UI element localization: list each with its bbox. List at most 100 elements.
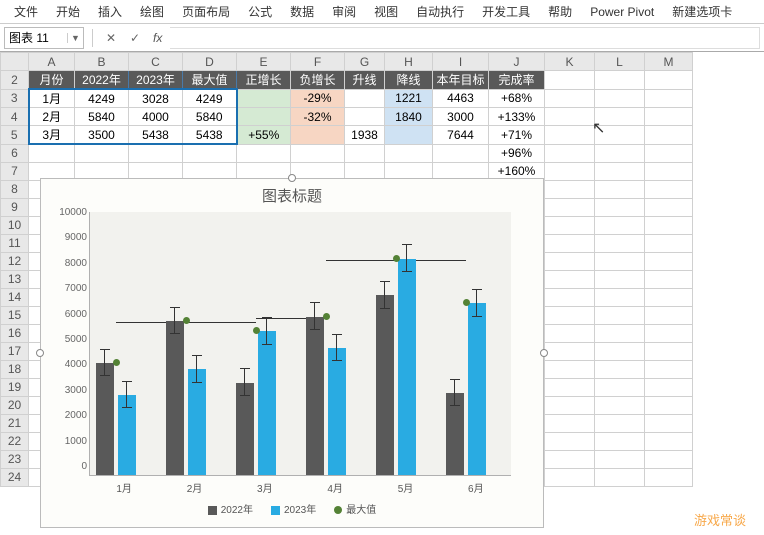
cell[interactable] [595,108,645,126]
menu-item[interactable]: Power Pivot [582,3,662,21]
cell[interactable] [595,414,645,432]
cell[interactable] [645,342,693,360]
row-header[interactable]: 15 [1,306,29,324]
name-box-input[interactable] [5,31,67,45]
target-cell[interactable]: 7644 [433,126,489,145]
cell[interactable] [645,270,693,288]
menu-item[interactable]: 页面布局 [174,1,238,22]
cell[interactable] [645,126,693,145]
pos-growth-cell[interactable] [237,89,291,108]
bar-2022年[interactable] [96,363,114,475]
value-cell[interactable]: 3500 [75,126,129,145]
table-header[interactable]: 正增长 [237,71,291,90]
column-header[interactable]: C [129,53,183,71]
rise-cell[interactable] [345,108,385,126]
cell[interactable] [645,396,693,414]
cell[interactable] [645,89,693,108]
fall-cell[interactable]: 1221 [385,89,433,108]
cell[interactable] [545,288,595,306]
cell[interactable] [645,360,693,378]
cell[interactable] [595,234,645,252]
cell[interactable] [545,252,595,270]
cell[interactable] [545,89,595,108]
cell[interactable] [645,198,693,216]
cell[interactable] [595,306,645,324]
cell[interactable] [645,378,693,396]
cell[interactable] [595,432,645,450]
legend-item[interactable]: 最大值 [334,501,376,516]
value-cell[interactable]: 3028 [129,89,183,108]
column-header[interactable]: D [183,53,237,71]
cell[interactable] [595,378,645,396]
value-cell[interactable]: 5840 [75,108,129,126]
cell[interactable] [545,162,595,180]
row-header[interactable]: 9 [1,198,29,216]
cell[interactable] [645,162,693,180]
month-cell[interactable]: 1月 [29,89,75,108]
rate-cell[interactable]: +96% [489,144,545,162]
row-header[interactable]: 19 [1,378,29,396]
cell[interactable] [75,144,129,162]
menu-item[interactable]: 插入 [90,1,130,22]
max-point[interactable] [323,313,330,320]
menu-item[interactable]: 帮助 [540,1,580,22]
row-header[interactable]: 24 [1,468,29,486]
column-header[interactable]: J [489,53,545,71]
cell[interactable] [645,234,693,252]
cell[interactable] [545,71,595,90]
table-header[interactable]: 2023年 [129,71,183,90]
chevron-down-icon[interactable]: ▼ [67,33,83,43]
cell[interactable] [291,144,345,162]
cell[interactable] [545,216,595,234]
cell[interactable] [645,71,693,90]
row-header[interactable]: 11 [1,234,29,252]
menu-item[interactable]: 审阅 [324,1,364,22]
fall-cell[interactable] [385,126,433,145]
row-header[interactable]: 5 [1,126,29,145]
value-cell[interactable]: 5840 [183,108,237,126]
row-header[interactable]: 16 [1,324,29,342]
table-header[interactable]: 负增长 [291,71,345,90]
cell[interactable] [545,180,595,198]
cell[interactable] [645,324,693,342]
bar-2022年[interactable] [306,317,324,475]
cell[interactable] [545,270,595,288]
cell[interactable] [433,144,489,162]
max-point[interactable] [393,255,400,262]
plot-area[interactable] [89,212,511,476]
cell[interactable] [129,144,183,162]
row-header[interactable]: 7 [1,162,29,180]
menu-item[interactable]: 视图 [366,1,406,22]
rate-cell[interactable]: +68% [489,89,545,108]
cell[interactable] [545,450,595,468]
cell[interactable] [645,306,693,324]
table-header[interactable]: 完成率 [489,71,545,90]
row-header[interactable]: 10 [1,216,29,234]
menu-item[interactable]: 数据 [282,1,322,22]
column-header[interactable]: K [545,53,595,71]
cell[interactable] [645,144,693,162]
cell[interactable] [595,396,645,414]
cell[interactable] [595,468,645,486]
row-header[interactable]: 20 [1,396,29,414]
resize-handle-left[interactable] [36,349,44,357]
table-header[interactable]: 2022年 [75,71,129,90]
menu-item[interactable]: 公式 [240,1,280,22]
resize-handle-top[interactable] [288,174,296,182]
target-cell[interactable]: 3000 [433,108,489,126]
pos-growth-cell[interactable]: +55% [237,126,291,145]
bar-2023年[interactable] [398,259,416,475]
cancel-icon[interactable]: ✕ [101,28,121,48]
cell[interactable] [545,342,595,360]
menu-item[interactable]: 新建选项卡 [664,1,740,22]
neg-growth-cell[interactable]: -29% [291,89,345,108]
column-header[interactable]: A [29,53,75,71]
resize-handle-right[interactable] [540,349,548,357]
fall-cell[interactable]: 1840 [385,108,433,126]
row-header[interactable]: 2 [1,71,29,90]
bar-2022年[interactable] [166,321,184,475]
chart-title[interactable]: 图表标题 [41,179,543,208]
value-cell[interactable]: 4000 [129,108,183,126]
table-header[interactable]: 最大值 [183,71,237,90]
row-header[interactable]: 23 [1,450,29,468]
